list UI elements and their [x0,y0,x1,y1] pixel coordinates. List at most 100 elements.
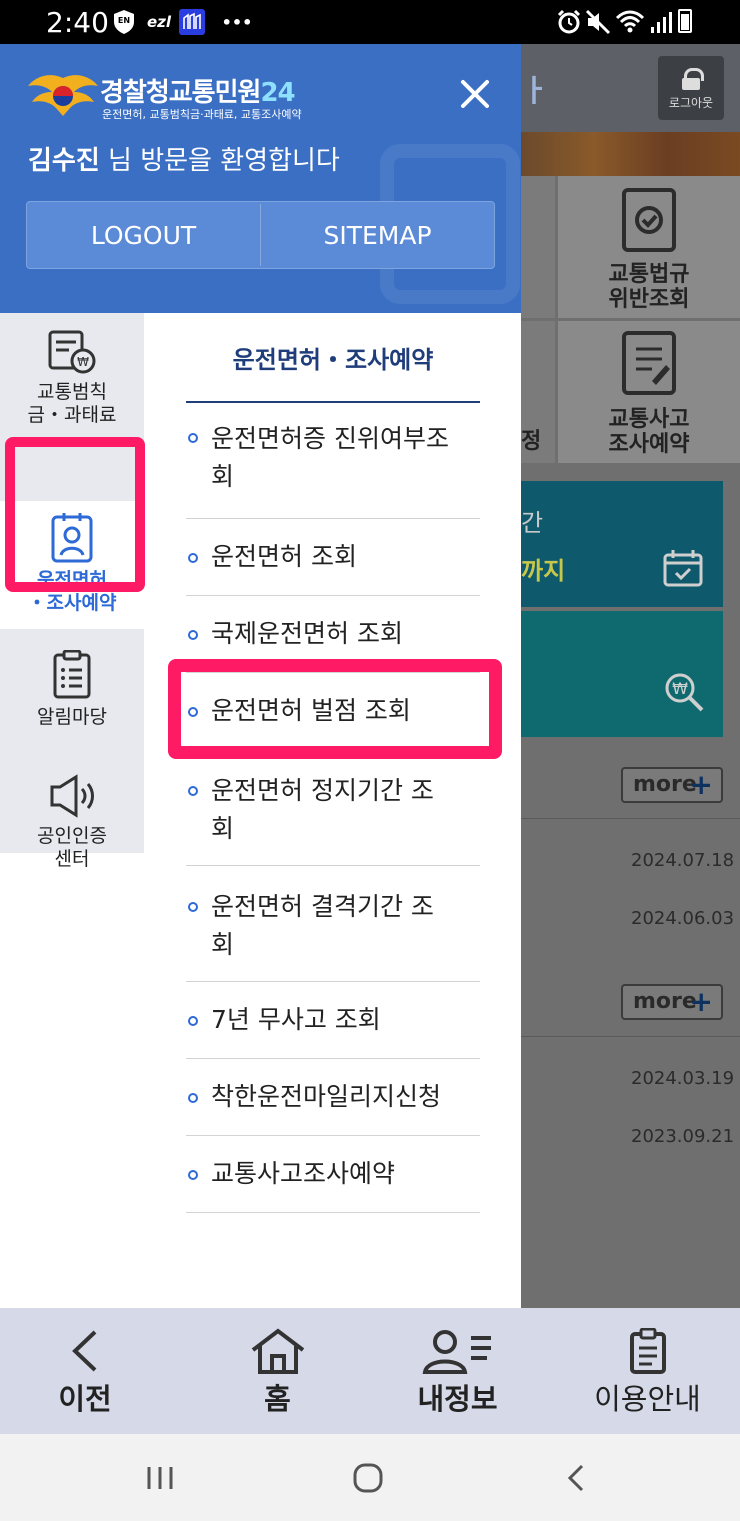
background-teal-card-2: ₩ [521,611,723,737]
background-tile-left-2: 정 [521,321,555,463]
logo-title-number: 24 [260,78,295,108]
bullet-icon [188,630,198,640]
bullet-icon [188,1170,198,1180]
submenu-item-label: 7년 무사고 조회 [211,1005,381,1034]
en-badge-icon: EN [112,9,136,35]
nav-back-label: 이전 [58,1382,112,1416]
background-tile-violation-line2: 위반조회 [608,287,690,312]
submenu-item-accident-reservation[interactable]: 교통사고조사예약 [186,1136,480,1213]
background-date: 2023.09.21 [631,1126,735,1147]
submenu-item-label: 운전면허 조회 [211,542,357,571]
more-label: more [633,989,697,1014]
certificate-speaker-icon [50,774,94,818]
user-name: 김수진 [28,146,100,176]
submenu-item-suspension-period[interactable]: 운전면허 정지기간 조회 [186,750,480,866]
battery-icon [678,9,692,33]
category-certificate-label2: 센터 [54,848,90,870]
home-circle-icon[interactable] [338,1434,398,1521]
background-more-button: more + [621,984,723,1020]
submenu-title: 운전면허・조사예약 [232,346,434,374]
category-certificate[interactable]: 공인인증 센터 [0,773,144,870]
clipboard-check-icon [622,188,676,252]
background-partial-letter: 정 [521,429,542,454]
background-teal-card-1: 간 까지 [521,481,723,607]
submenu-item-license-authenticity[interactable]: 운전면허증 진위여부조회 [186,404,480,519]
category-notice[interactable]: 알림마당 [0,650,144,760]
background-header: ㅏ 로그아웃 [521,44,740,132]
nav-home-button[interactable]: 홈 [185,1308,370,1434]
more-dots-icon: ••• [221,12,253,32]
nav-guide-label: 이용안내 [594,1382,701,1416]
category-fines-label1: 교통범칙 [37,381,107,403]
svg-text:₩: ₩ [77,355,89,369]
notice-board-icon [53,650,91,699]
bottom-nav: 이전 홈 내정보 이용안내 [0,1308,740,1434]
category-fines-label2: 금・과태료 [27,404,117,426]
submenu-title-underline [186,401,480,403]
logout-button[interactable]: LOGOUT [27,202,260,268]
status-time: 2:40 [46,6,109,39]
submenu-item-label-cont: 회 [211,814,235,843]
background-date: 2024.06.03 [631,908,735,929]
recent-apps-icon[interactable] [130,1434,190,1521]
logo-title: 경찰청교통민원24 [100,72,296,109]
background-tile-violation-line1: 교통법규 [608,262,690,287]
submenu-item-label: 운전면허 정지기간 조 [211,776,434,805]
category-certificate-label1: 공인인증 [37,825,107,847]
alarm-icon [556,9,582,35]
my-info-icon [422,1330,491,1374]
submenu-item-license-lookup[interactable]: 운전면허 조회 [186,519,480,596]
app-icon [179,9,205,35]
submenu-item-label: 착한운전마일리지신청 [211,1082,442,1111]
background-partial-text: 간 [521,509,544,537]
svg-text:₩: ₩ [672,679,688,698]
bullet-icon [188,902,198,912]
background-tile-accident: 교통사고 조사예약 [558,321,740,463]
submenu-item-seven-year-safe[interactable]: 7년 무사고 조회 [186,982,480,1059]
background-page: ㅏ 로그아웃 교통법규 위반조회 정 교통사고 조사예약 간 까지 ₩ more… [521,44,740,1308]
nav-back-button[interactable]: 이전 [0,1308,170,1434]
submenu-item-label-cont: 회 [211,462,235,491]
category-notice-label1: 알림마당 [37,706,107,728]
status-bar: 2:40 EN ezl ••• [0,0,740,44]
bullet-icon [188,786,198,796]
submenu-item-label: 운전면허증 진위여부조 [211,424,449,453]
calendar-check-icon [663,550,703,587]
guide-clipboard-icon [629,1328,666,1374]
system-nav-bar [0,1434,740,1521]
background-partial-text: 까지 [521,557,566,585]
bullet-icon [188,553,198,563]
category-fines[interactable]: ₩ 교통범칙 금・과태료 [0,329,144,449]
background-tile-left-1 [521,176,555,318]
signal-icon [650,9,672,35]
background-logout-button: 로그아웃 [658,56,724,120]
back-chevron-icon [72,1330,97,1372]
submenu-item-good-driving-mileage[interactable]: 착한운전마일리지신청 [186,1059,480,1136]
sitemap-button[interactable]: SITEMAP [261,202,494,268]
mute-icon [585,9,611,35]
background-banner [521,132,740,176]
logo-subtitle: 운전면허, 교통범칙금·과태료, 교통조사예약 [102,108,302,121]
nav-guide-button[interactable]: 이용안내 [555,1308,740,1434]
nav-home-label: 홈 [264,1382,291,1416]
ezl-icon: ezl [146,13,172,31]
plus-icon: + [689,985,713,1018]
bullet-icon [188,433,198,443]
drawer-header: 경찰청교통민원24 운전면허, 교통범칙금·과태료, 교통조사예약 김수진 님 … [0,44,521,313]
background-tile-accident-line2: 조사예약 [608,432,690,457]
submenu-item-disqualification-period[interactable]: 운전면허 결격기간 조회 [186,866,480,982]
document-pen-icon [622,331,676,395]
background-tile-violation: 교통법규 위반조회 [558,176,740,318]
background-date: 2024.03.19 [631,1068,735,1089]
nav-my-info-button[interactable]: 내정보 [370,1308,545,1434]
highlight-box-category [5,437,145,592]
back-icon[interactable] [546,1434,606,1521]
welcome-suffix: 님 방문을 환영합니다 [99,146,340,176]
background-partial-letter: ㅏ [521,74,549,109]
logo-title-text: 경찰청교통민원 [100,78,261,108]
svg-text:EN: EN [118,16,130,25]
nav-my-info-label: 내정보 [417,1382,498,1416]
close-icon[interactable] [452,72,498,118]
search-won-icon: ₩ [665,673,704,712]
home-icon [251,1328,304,1374]
